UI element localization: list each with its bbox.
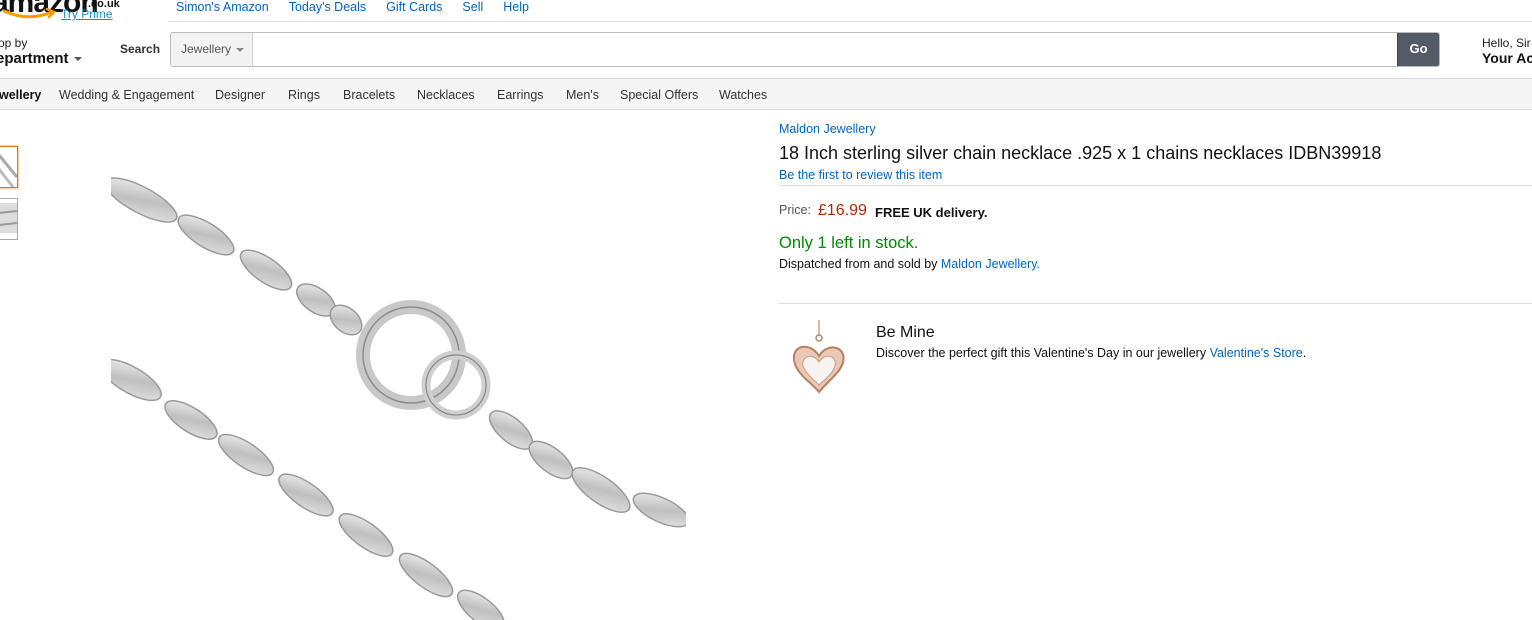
promo-text-body: Discover the perfect gift this Valentine… [876, 346, 1210, 360]
price-value: £16.99 [818, 202, 867, 219]
nav-item-necklaces[interactable]: Necklaces [417, 88, 475, 102]
stock-status: Only 1 left in stock. [779, 234, 919, 252]
review-link[interactable]: Be the first to review this item [779, 168, 942, 182]
product-title: 18 Inch sterling silver chain necklace .… [779, 143, 1382, 163]
promo-text-period: . [1302, 346, 1307, 360]
chain-thumbnail-image [0, 154, 17, 187]
nav-item-designer[interactable]: Designer [215, 88, 265, 102]
nav-item-jewellery[interactable]: wellery [0, 88, 41, 102]
category-nav: wellery Wedding & Engagement Designer Ri… [0, 78, 1532, 110]
caret-down-icon [73, 57, 82, 62]
nav-item-rings[interactable]: Rings [288, 88, 320, 102]
your-account-menu[interactable]: Your Ac [1482, 50, 1532, 66]
divider [779, 303, 1532, 304]
top-link-help[interactable]: Help [503, 0, 529, 14]
go-button[interactable]: Go [1397, 33, 1439, 66]
seller-link[interactable]: Maldon Jewellery [941, 257, 1037, 271]
search-label: Search [120, 42, 161, 56]
top-link-todays-deals[interactable]: Today's Deals [289, 0, 366, 14]
search-box: Jewellery Go [170, 32, 1440, 67]
delivery-info: FREE UK delivery. [875, 205, 988, 220]
promo-text: Discover the perfect gift this Valentine… [876, 346, 1306, 360]
top-link-sell[interactable]: Sell [462, 0, 483, 14]
valentines-store-link[interactable]: Valentine's Store [1210, 346, 1303, 360]
nav-item-wedding[interactable]: Wedding & Engagement [59, 88, 194, 102]
seller-link-period: . [1036, 257, 1041, 271]
greeting[interactable]: Hello, Sir [1482, 36, 1531, 50]
nav-item-bracelets[interactable]: Bracelets [343, 88, 395, 102]
search-input[interactable] [255, 33, 1395, 66]
shop-by-label[interactable]: op by [0, 36, 27, 50]
search-row: op by epartment Search Jewellery Go Hell… [0, 22, 1532, 78]
promo-title: Be Mine [876, 324, 935, 341]
brand-link[interactable]: Maldon Jewellery [779, 122, 876, 136]
search-category-select[interactable]: Jewellery [171, 33, 253, 66]
caret-down-icon [236, 47, 245, 52]
chain-thumbnail-image [0, 203, 17, 233]
try-prime-link[interactable]: Try Prime [61, 7, 113, 21]
thumbnail-2[interactable] [0, 198, 18, 240]
top-strip: amazon .co.uk Try Prime Simon's Amazon T… [0, 0, 1532, 22]
nav-item-watches[interactable]: Watches [719, 88, 767, 102]
top-link-gift-cards[interactable]: Gift Cards [386, 0, 442, 14]
smile-arrow-icon [2, 8, 56, 19]
department-menu[interactable]: epartment [0, 50, 82, 67]
heart-locket-image[interactable] [779, 318, 849, 398]
dispatch-info: Dispatched from and sold by Maldon Jewel… [779, 257, 1040, 271]
product-main-image[interactable] [111, 130, 686, 620]
price-label: Price: [779, 203, 811, 217]
dispatch-text: Dispatched from and sold by [779, 257, 941, 271]
search-category-value: Jewellery [181, 42, 232, 56]
department-label: epartment [0, 50, 69, 67]
thumbnail-1[interactable] [0, 146, 18, 188]
nav-item-mens[interactable]: Men's [566, 88, 599, 102]
top-links: Simon's Amazon Today's Deals Gift Cards … [176, 0, 529, 14]
nav-item-earrings[interactable]: Earrings [497, 88, 544, 102]
top-link-my-amazon[interactable]: Simon's Amazon [176, 0, 269, 14]
nav-item-special-offers[interactable]: Special Offers [620, 88, 698, 102]
divider [779, 185, 1532, 186]
